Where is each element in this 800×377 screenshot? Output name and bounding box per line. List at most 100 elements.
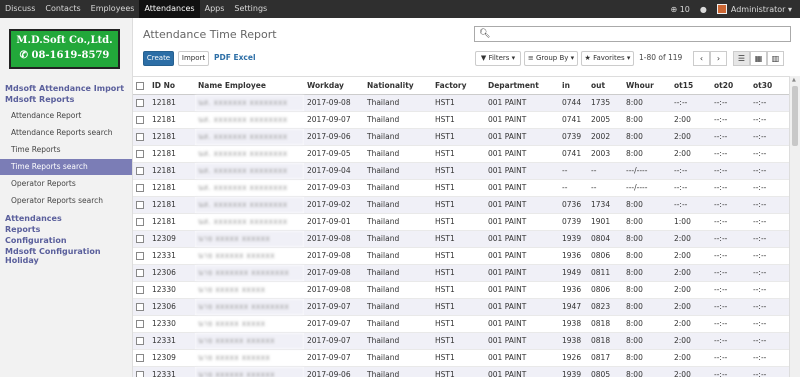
cell-ot20: --:-- <box>711 280 750 298</box>
scrollbar-thumb[interactable] <box>792 86 798 146</box>
row-checkbox[interactable] <box>136 184 144 192</box>
pager-next-button[interactable]: › <box>710 51 727 66</box>
column-whour[interactable]: Whour <box>623 77 671 95</box>
chat-button[interactable]: ● <box>700 5 707 14</box>
cell-ot30: --:-- <box>750 178 789 196</box>
cell-ot15: 2:00 <box>671 144 711 162</box>
cell-nationality: Thailand <box>364 195 432 213</box>
table-row[interactable]: 12181 นส. xxxxxxx xxxxxxxx 2017-09-04 Thail… <box>133 161 789 179</box>
table-row[interactable]: 12331 นาย xxxxxx xxxxxx 2017-09-08 Thailand… <box>133 246 789 264</box>
sidebar-item-attendance-reports-search[interactable]: Attendance Reports search <box>0 125 132 141</box>
sidebar-item-time-reports[interactable]: Time Reports <box>0 142 132 158</box>
column-ot20[interactable]: ot20 <box>711 77 750 95</box>
table-row[interactable]: 12306 นาย xxxxxxx xxxxxxxx 2017-09-08 Thail… <box>133 263 789 281</box>
column-nationality[interactable]: Nationality <box>364 77 432 95</box>
table-row[interactable]: 12181 นส. xxxxxxx xxxxxxxx 2017-09-01 Thail… <box>133 212 789 230</box>
import-button[interactable]: Import <box>178 51 209 66</box>
group-by-button[interactable]: ≡ Group By ▾ <box>524 51 578 66</box>
table-row[interactable]: 12331 นาย xxxxxx xxxxxx 2017-09-07 Thailand… <box>133 331 789 349</box>
column-name-employee[interactable]: Name Employee <box>195 77 304 95</box>
row-checkbox[interactable] <box>136 150 144 158</box>
table-row[interactable]: 12330 นาย xxxxx xxxxx 2017-09-07 Thailand HS… <box>133 314 789 332</box>
table-row[interactable]: 12330 นาย xxxxx xxxxx 2017-09-08 Thailand HS… <box>133 280 789 298</box>
row-checkbox[interactable] <box>136 303 144 311</box>
pager-previous-button[interactable]: ‹ <box>693 51 710 66</box>
pdf-excel-link[interactable]: PDF Excel <box>214 53 256 62</box>
table-row[interactable]: 12309 นาย xxxxx xxxxxx 2017-09-07 Thailand H… <box>133 348 789 366</box>
menu-discuss[interactable]: Discuss <box>0 0 40 18</box>
row-checkbox[interactable] <box>136 269 144 277</box>
row-checkbox[interactable] <box>136 371 144 377</box>
table-row[interactable]: 12181 นส. xxxxxxx xxxxxxxx 2017-09-05 Thail… <box>133 144 789 162</box>
sidebar-item-operator-reports-search[interactable]: Operator Reports search <box>0 193 132 209</box>
table-row[interactable]: 12181 นส. xxxxxxx xxxxxxxx 2017-09-03 Thail… <box>133 178 789 196</box>
sidebar-section-attendances[interactable]: Attendances <box>5 214 62 223</box>
column-factory[interactable]: Factory <box>432 77 485 95</box>
row-checkbox[interactable] <box>136 116 144 124</box>
row-checkbox[interactable] <box>136 320 144 328</box>
sidebar-item-operator-reports[interactable]: Operator Reports <box>0 176 132 192</box>
cell-factory: HST1 <box>432 195 485 213</box>
vertical-scrollbar[interactable]: ▲ <box>789 76 800 377</box>
table-row[interactable]: 12181 นส. xxxxxxx xxxxxxxx 2017-09-07 Thail… <box>133 110 789 128</box>
caret-down-icon: ▾ <box>511 54 516 62</box>
grid-view-button[interactable]: ▦ <box>750 51 767 66</box>
sidebar-section-reports-main[interactable]: Reports <box>5 225 40 234</box>
cell-ot30: --:-- <box>750 348 789 366</box>
cell-ot30: --:-- <box>750 314 789 332</box>
column-ot30[interactable]: ot30 <box>750 77 789 95</box>
search-input[interactable] <box>491 28 781 40</box>
table-row[interactable]: 12181 นส. xxxxxxx xxxxxxxx 2017-09-02 Thail… <box>133 195 789 213</box>
notifications-button[interactable]: ⊕ 10 <box>670 5 689 14</box>
row-checkbox[interactable] <box>136 235 144 243</box>
column-workday[interactable]: Workday <box>304 77 364 95</box>
sidebar-section-attendance-import[interactable]: Mdsoft Attendance Import <box>5 84 124 93</box>
row-checkbox[interactable] <box>136 286 144 294</box>
sidebar-section-configuration[interactable]: Configuration <box>5 236 67 245</box>
row-checkbox[interactable] <box>136 218 144 226</box>
column-ot15[interactable]: ot15 <box>671 77 711 95</box>
column-in[interactable]: in <box>559 77 588 95</box>
cell-id-no: 12309 <box>149 229 195 247</box>
search-box[interactable]: 🔍︎ <box>474 26 791 42</box>
cell-id-no: 12331 <box>149 331 195 349</box>
sidebar-item-attendance-report[interactable]: Attendance Report <box>0 108 132 124</box>
select-all-checkbox[interactable] <box>136 81 144 90</box>
graph-view-button[interactable]: ▥ <box>767 51 784 66</box>
row-checkbox[interactable] <box>136 201 144 209</box>
pager-value[interactable]: 1-80 of 119 <box>639 53 682 62</box>
cell-whour: 8:00 <box>623 263 671 281</box>
create-button[interactable]: Create <box>143 51 174 66</box>
table-row[interactable]: 12306 นาย xxxxxxx xxxxxxxx 2017-09-07 Thail… <box>133 297 789 315</box>
row-checkbox[interactable] <box>136 167 144 175</box>
row-checkbox[interactable] <box>136 99 144 107</box>
row-checkbox[interactable] <box>136 133 144 141</box>
sidebar-item-time-reports-search[interactable]: Time Reports search <box>0 159 132 175</box>
menu-apps[interactable]: Apps <box>200 0 230 18</box>
column-out[interactable]: out <box>588 77 623 95</box>
scroll-up-icon: ▲ <box>792 77 796 83</box>
menu-employees[interactable]: Employees <box>86 0 140 18</box>
list-view-button[interactable]: ☰ <box>733 51 750 66</box>
favorites-button[interactable]: ★ Favorites ▾ <box>581 51 634 66</box>
table-row[interactable]: 12309 นาย xxxxx xxxxxx 2017-09-08 Thailand H… <box>133 229 789 247</box>
cell-workday: 2017-09-07 <box>304 314 364 332</box>
menu-contacts[interactable]: Contacts <box>40 0 85 18</box>
row-checkbox[interactable] <box>136 337 144 345</box>
menu-settings[interactable]: Settings <box>229 0 272 18</box>
sidebar-section-reports[interactable]: Mdsoft Reports <box>5 95 74 104</box>
table-row[interactable]: 12181 นส. xxxxxxx xxxxxxxx 2017-09-06 Thail… <box>133 127 789 145</box>
user-menu[interactable]: Administrator ▾ <box>716 4 792 14</box>
cell-in: 1949 <box>559 263 588 281</box>
column-id-no[interactable]: ID No <box>149 77 195 95</box>
menu-attendances[interactable]: Attendances <box>139 0 200 18</box>
filters-button[interactable]: ▼ Filters ▾ <box>475 51 521 66</box>
row-checkbox[interactable] <box>136 252 144 260</box>
row-select-cell <box>133 348 149 366</box>
column-department[interactable]: Department <box>485 77 559 95</box>
table-row[interactable]: 12331 นาย xxxxxx xxxxxx 2017-09-06 Thailand… <box>133 365 789 377</box>
row-checkbox[interactable] <box>136 354 144 362</box>
sidebar-section-config-holiday[interactable]: Mdsoft Configuration Holiday <box>5 247 132 265</box>
table-row[interactable]: 12181 นส. xxxxxxx xxxxxxxx 2017-09-08 Thail… <box>133 93 789 111</box>
select-all-header <box>133 77 149 95</box>
